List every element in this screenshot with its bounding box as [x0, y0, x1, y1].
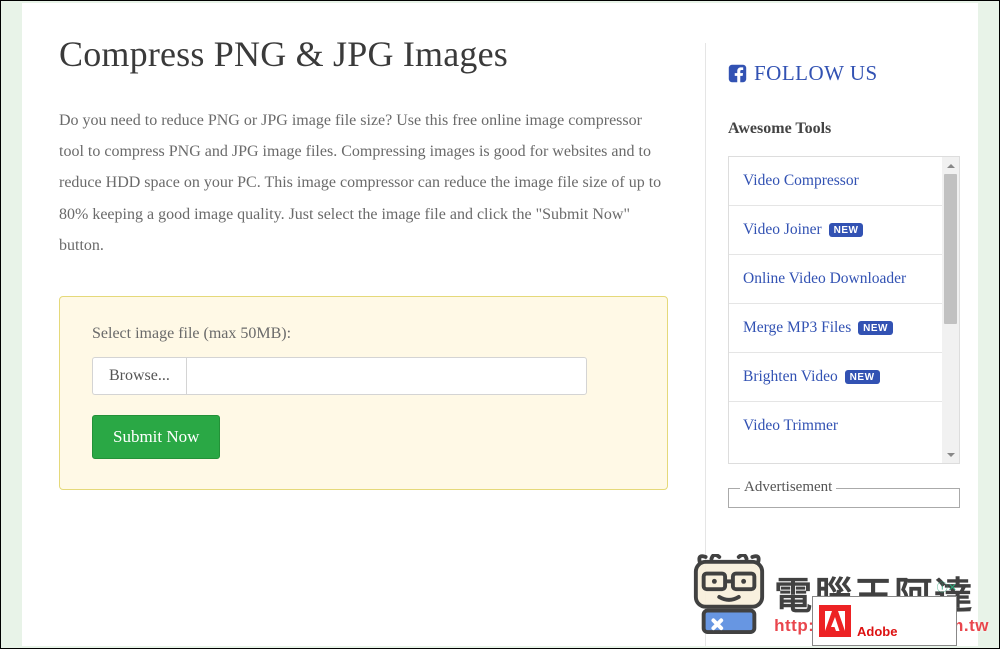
tool-link[interactable]: Online Video Downloader: [743, 270, 906, 287]
page-title: Compress PNG & JPG Images: [59, 33, 668, 75]
tool-list-container: Video Compressor Video Joiner NEW Online V…: [728, 156, 960, 464]
tool-link[interactable]: Video Compressor: [743, 172, 859, 189]
new-badge: NEW: [845, 370, 880, 384]
scroll-up-arrow[interactable]: [942, 157, 959, 174]
tool-item[interactable]: Video Joiner NEW: [729, 206, 942, 255]
tool-item[interactable]: Video Trimmer: [729, 402, 942, 450]
adobe-logo-icon: [819, 605, 851, 637]
tool-item[interactable]: Video Compressor: [729, 157, 942, 206]
tool-list: Video Compressor Video Joiner NEW Online V…: [729, 157, 942, 463]
tool-item[interactable]: Brighten Video NEW: [729, 353, 942, 402]
upload-label: Select image file (max 50MB):: [92, 325, 635, 343]
tool-link[interactable]: Brighten Video: [743, 368, 838, 385]
ad-close-icon[interactable]: ⓘ✕: [937, 579, 957, 595]
adobe-ad[interactable]: Adobe: [812, 596, 957, 646]
scroll-down-arrow[interactable]: [942, 446, 959, 463]
advertisement-label: Advertisement: [740, 479, 836, 496]
tool-link[interactable]: Video Joiner: [743, 221, 822, 238]
facebook-icon: [728, 64, 747, 83]
upload-card: Select image file (max 50MB): Browse... …: [59, 296, 668, 490]
tool-link[interactable]: Video Trimmer: [743, 417, 838, 434]
tool-item[interactable]: Online Video Downloader: [729, 255, 942, 304]
browse-button[interactable]: Browse...: [92, 357, 186, 395]
adobe-ad-text: Adobe: [857, 624, 897, 639]
follow-us-text: FOLLOW US: [754, 61, 878, 86]
submit-button[interactable]: Submit Now: [92, 415, 220, 459]
tool-link[interactable]: Merge MP3 Files: [743, 319, 851, 336]
tools-heading: Awesome Tools: [728, 120, 960, 138]
page-description: Do you need to reduce PNG or JPG image f…: [59, 105, 668, 261]
file-input-row: Browse...: [92, 357, 587, 395]
tool-item[interactable]: Merge MP3 Files NEW: [729, 304, 942, 353]
advertisement-box: Advertisement: [728, 488, 960, 508]
tool-list-scrollbar[interactable]: [942, 157, 959, 463]
file-name-field[interactable]: [186, 357, 587, 395]
new-badge: NEW: [858, 321, 893, 335]
new-badge: NEW: [829, 223, 864, 237]
follow-us-link[interactable]: FOLLOW US: [728, 61, 960, 86]
scroll-thumb[interactable]: [944, 174, 957, 324]
